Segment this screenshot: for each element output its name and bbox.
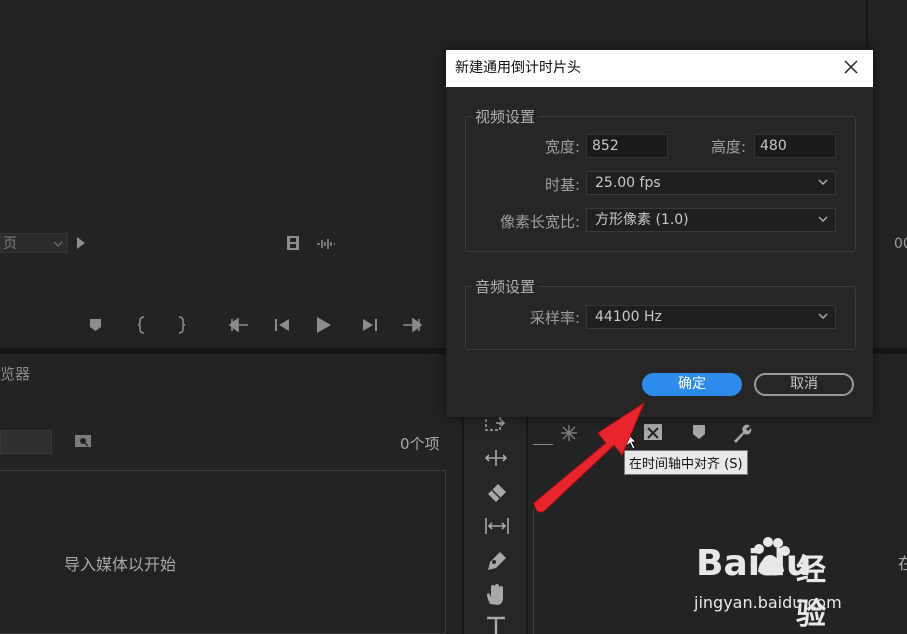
wrench-icon[interactable] <box>730 422 752 444</box>
width-label: 宽度: <box>544 138 580 156</box>
slip-icon[interactable] <box>484 516 510 536</box>
film-icon[interactable] <box>286 235 300 251</box>
step-back-icon[interactable] <box>274 318 290 332</box>
chevron-down-icon <box>818 216 828 222</box>
timebase-select[interactable]: 25.00 fps <box>586 171 836 195</box>
chevron-down-icon <box>818 313 828 319</box>
add-marker-timeline-icon[interactable] <box>692 424 706 440</box>
page-select[interactable]: 页 <box>0 233 68 253</box>
page-select-value: 页 <box>3 236 17 252</box>
cancel-button[interactable]: 取消 <box>754 373 854 396</box>
close-icon[interactable] <box>843 59 859 75</box>
dialog-titlebar: 新建通用倒计时片头 <box>446 50 873 87</box>
pixel-aspect-value: 方形像素 (1.0) <box>595 212 689 228</box>
timebase-value: 25.00 fps <box>595 175 661 191</box>
item-count: 0个项 <box>400 435 440 453</box>
dialog-title: 新建通用倒计时片头 <box>455 60 581 76</box>
ripple-edit-icon[interactable] <box>484 448 508 468</box>
go-to-out-icon[interactable] <box>402 318 422 332</box>
height-field[interactable]: 480 <box>754 134 836 158</box>
watermark-url: jingyan.baidu.com <box>694 593 842 612</box>
audio-settings-legend: 音频设置 <box>475 278 536 296</box>
track-select-icon[interactable] <box>484 414 508 434</box>
razor-icon[interactable] <box>484 482 508 504</box>
track-divider <box>533 510 534 634</box>
mark-out-icon[interactable] <box>176 316 186 334</box>
import-hint: 导入媒体以开始 <box>64 555 177 574</box>
watermark-brand-cn: 经验 <box>796 553 826 632</box>
video-settings-legend: 视频设置 <box>475 108 536 126</box>
type-tool-icon[interactable] <box>484 616 508 634</box>
annotation-arrow-icon <box>533 401 646 513</box>
play-small-icon[interactable] <box>76 237 86 249</box>
audio-waveform-icon[interactable] <box>316 238 336 250</box>
chevron-down-icon <box>53 241 63 248</box>
mark-in-icon[interactable] <box>137 316 147 334</box>
sample-rate-select[interactable]: 44100 Hz <box>586 305 836 329</box>
sample-rate-label: 采样率: <box>529 309 580 327</box>
go-to-in-icon[interactable] <box>229 318 249 332</box>
step-forward-icon[interactable] <box>362 318 378 332</box>
find-icon[interactable] <box>74 434 92 448</box>
pixel-aspect-label: 像素长宽比: <box>499 213 580 231</box>
timebase-label: 时基: <box>544 176 580 194</box>
play-icon[interactable] <box>316 316 332 334</box>
new-countdown-leader-dialog: 新建通用倒计时片头 视频设置 宽度: 852 高度: 480 时基: 25.00… <box>446 50 873 417</box>
timeline-hint-fragment: 在 <box>898 554 907 573</box>
hand-icon[interactable] <box>484 584 508 606</box>
panel-title: 览器 <box>0 365 31 383</box>
chevron-down-icon <box>818 179 828 185</box>
media-drop-area[interactable]: 导入媒体以开始 <box>0 470 446 634</box>
width-field[interactable]: 852 <box>586 134 668 158</box>
pen-icon[interactable] <box>484 550 508 572</box>
add-marker-icon[interactable] <box>89 318 102 332</box>
timecode-fragment: 00 <box>894 236 907 252</box>
paw-icon <box>754 537 790 576</box>
ok-button[interactable]: 确定 <box>642 373 742 396</box>
search-input[interactable] <box>0 430 52 454</box>
height-label: 高度: <box>710 138 746 156</box>
pixel-aspect-select[interactable]: 方形像素 (1.0) <box>586 208 836 232</box>
sample-rate-value: 44100 Hz <box>595 309 662 325</box>
